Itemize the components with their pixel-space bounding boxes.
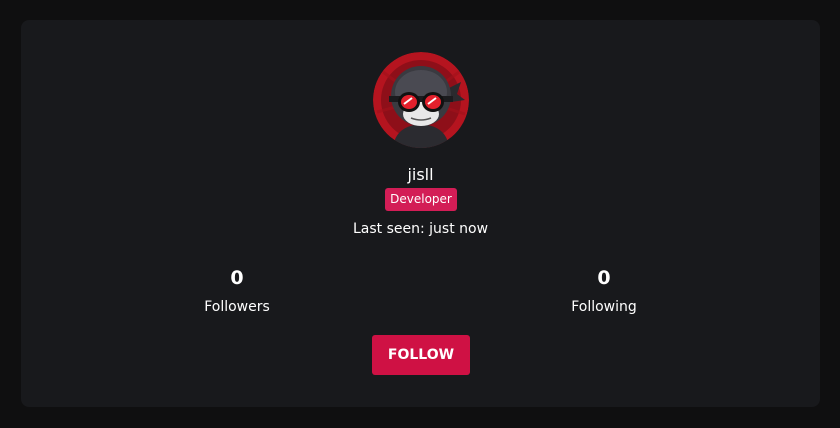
profile-card: jisll Developer Last seen: just now 0 Fo… bbox=[21, 20, 820, 407]
following-count: 0 bbox=[597, 267, 611, 289]
followers-count: 0 bbox=[230, 267, 244, 289]
username: jisll bbox=[407, 165, 434, 184]
last-seen-status: Last seen: just now bbox=[352, 221, 489, 237]
following-stat[interactable]: 0 Following bbox=[524, 266, 684, 316]
ninja-avatar-icon bbox=[373, 52, 469, 148]
followers-stat[interactable]: 0 Followers bbox=[157, 266, 317, 316]
following-label: Following bbox=[571, 299, 637, 315]
role-badge: Developer bbox=[385, 188, 457, 211]
follow-button[interactable]: FOLLOW bbox=[372, 335, 470, 375]
avatar bbox=[373, 52, 469, 148]
followers-label: Followers bbox=[204, 299, 270, 315]
